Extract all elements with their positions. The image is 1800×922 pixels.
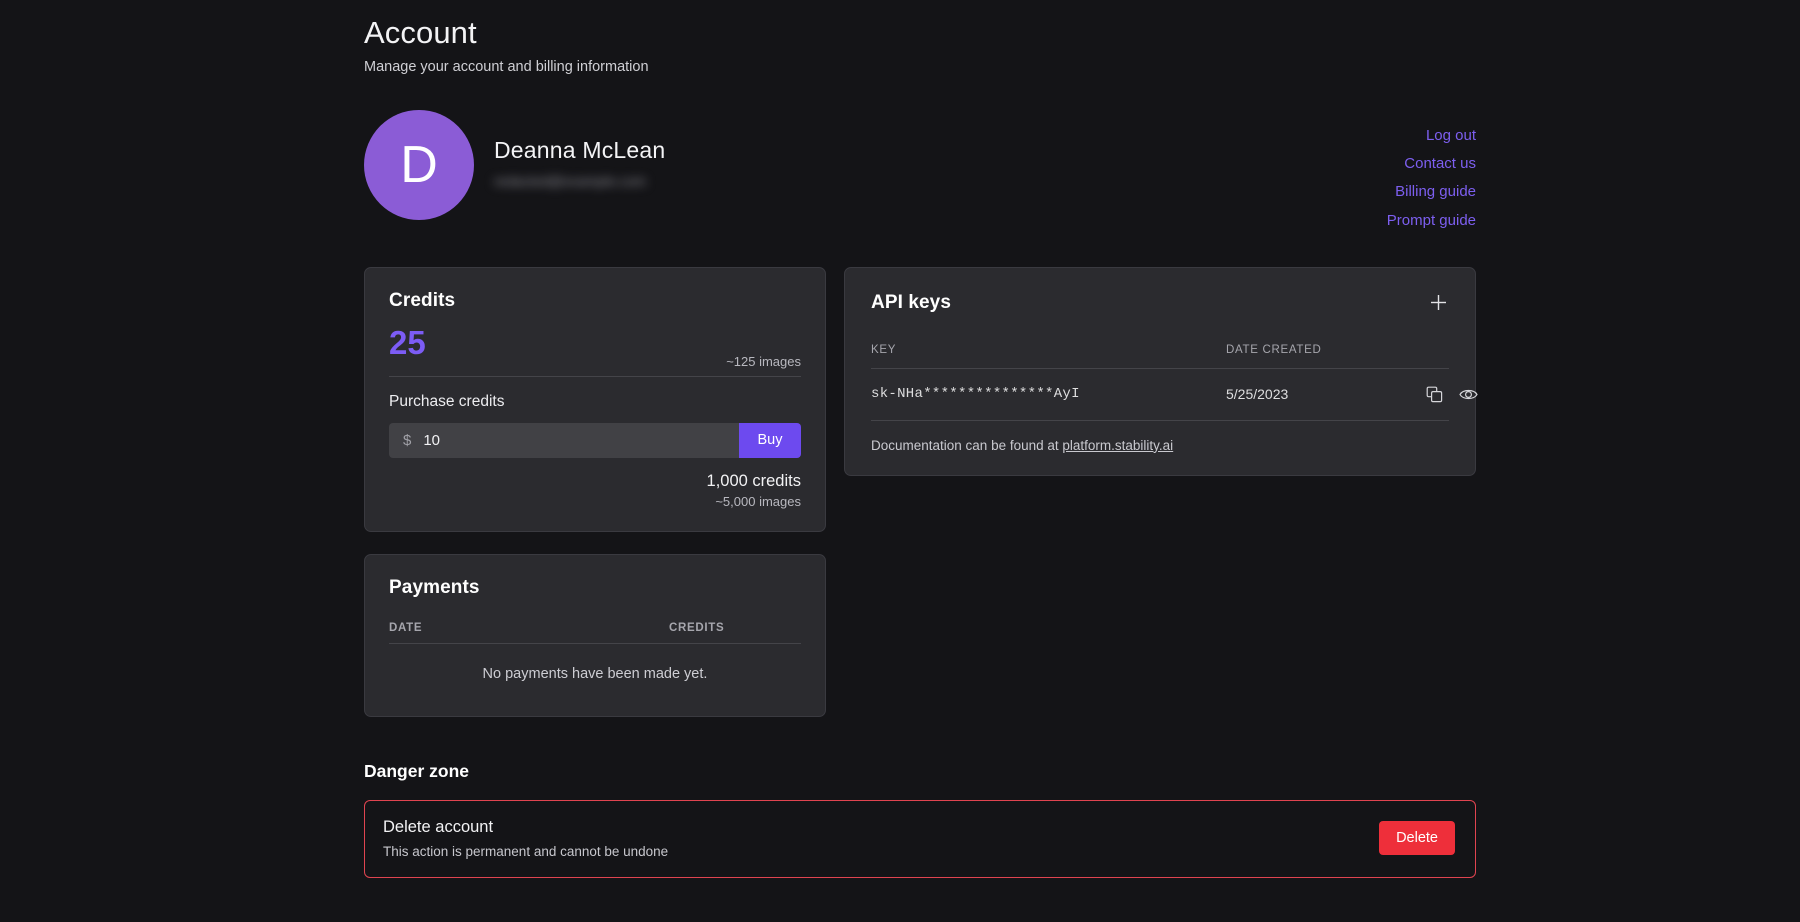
payments-col-credits: CREDITS [669,622,724,634]
cards-columns: Credits 25 ~125 images Purchase credits … [364,267,1476,717]
profile-name: Deanna McLean [494,137,759,164]
purchase-credits-label: Purchase credits [389,393,801,411]
api-keys-card: API keys KEY DATE CREATED sk [844,267,1476,476]
profile-links: Log out Contact us Billing guide Prompt … [1387,127,1476,230]
profile-identity: D Deanna McLean redacted@example.com [364,111,1476,219]
profile-text: Deanna McLean redacted@example.com [494,137,759,193]
delete-account-heading: Delete account [383,818,668,837]
total-credits: 1,000 credits [389,472,801,491]
right-column: API keys KEY DATE CREATED sk [844,267,1476,476]
copy-icon[interactable] [1426,386,1443,403]
delete-account-text: Delete account This action is permanent … [383,818,668,859]
api-key-actions [1426,386,1478,403]
eye-icon[interactable] [1459,387,1478,402]
payments-table-header: DATE CREDITS [389,622,801,644]
page-content: Account Manage your account and billing … [364,0,1476,878]
credits-title: Credits [389,290,801,312]
api-keys-col-date: DATE CREATED [1226,344,1426,356]
page-subtitle: Manage your account and billing informat… [364,59,1476,75]
amount-field[interactable]: $ [389,423,739,458]
table-row: sk-NHa***************AyI 5/25/2023 [871,369,1449,421]
currency-symbol: $ [403,432,411,449]
buy-button[interactable]: Buy [739,423,801,458]
api-keys-col-key: KEY [871,344,1226,356]
profile-section: D Deanna McLean redacted@example.com Log… [364,111,1476,219]
account-page: Account Manage your account and billing … [0,0,1800,922]
api-key-value: sk-NHa***************AyI [871,386,1226,402]
delete-account-subtext: This action is permanent and cannot be u… [383,844,668,859]
avatar: D [364,110,474,220]
api-key-date: 5/25/2023 [1226,386,1426,402]
credits-divider [389,376,801,377]
link-log-out[interactable]: Log out [1426,127,1476,145]
payments-col-date: DATE [389,622,669,634]
delete-account-box: Delete account This action is permanent … [364,800,1476,878]
profile-email-redacted: redacted@example.com [494,173,759,189]
payments-title: Payments [389,577,801,599]
page-header: Account Manage your account and billing … [364,14,1476,75]
credits-balance-row: 25 ~125 images [389,322,801,372]
api-keys-title: API keys [871,292,951,314]
left-column: Credits 25 ~125 images Purchase credits … [364,267,826,717]
link-prompt-guide[interactable]: Prompt guide [1387,212,1476,230]
api-keys-table-header: KEY DATE CREATED [871,344,1449,369]
purchase-totals: 1,000 credits ~5,000 images [389,472,801,509]
api-keys-header: API keys [871,292,1449,314]
delete-button[interactable]: Delete [1379,821,1455,855]
api-docs-prefix: Documentation can be found at [871,438,1062,453]
credits-balance-images: ~125 images [726,354,801,369]
payments-card: Payments DATE CREDITS No payments have b… [364,554,826,717]
page-title: Account [364,14,1476,53]
amount-input[interactable] [423,432,725,449]
link-billing-guide[interactable]: Billing guide [1395,183,1476,201]
danger-zone-section: Danger zone Delete account This action i… [364,761,1476,878]
credits-card: Credits 25 ~125 images Purchase credits … [364,267,826,532]
payments-empty-message: No payments have been made yet. [389,666,801,682]
total-images: ~5,000 images [389,494,801,509]
purchase-row: $ Buy [389,423,801,458]
danger-zone-title: Danger zone [364,761,1476,782]
api-docs-link[interactable]: platform.stability.ai [1062,438,1173,453]
plus-icon[interactable] [1427,292,1449,314]
api-docs-line: Documentation can be found at platform.s… [871,438,1449,453]
link-contact-us[interactable]: Contact us [1404,155,1476,173]
